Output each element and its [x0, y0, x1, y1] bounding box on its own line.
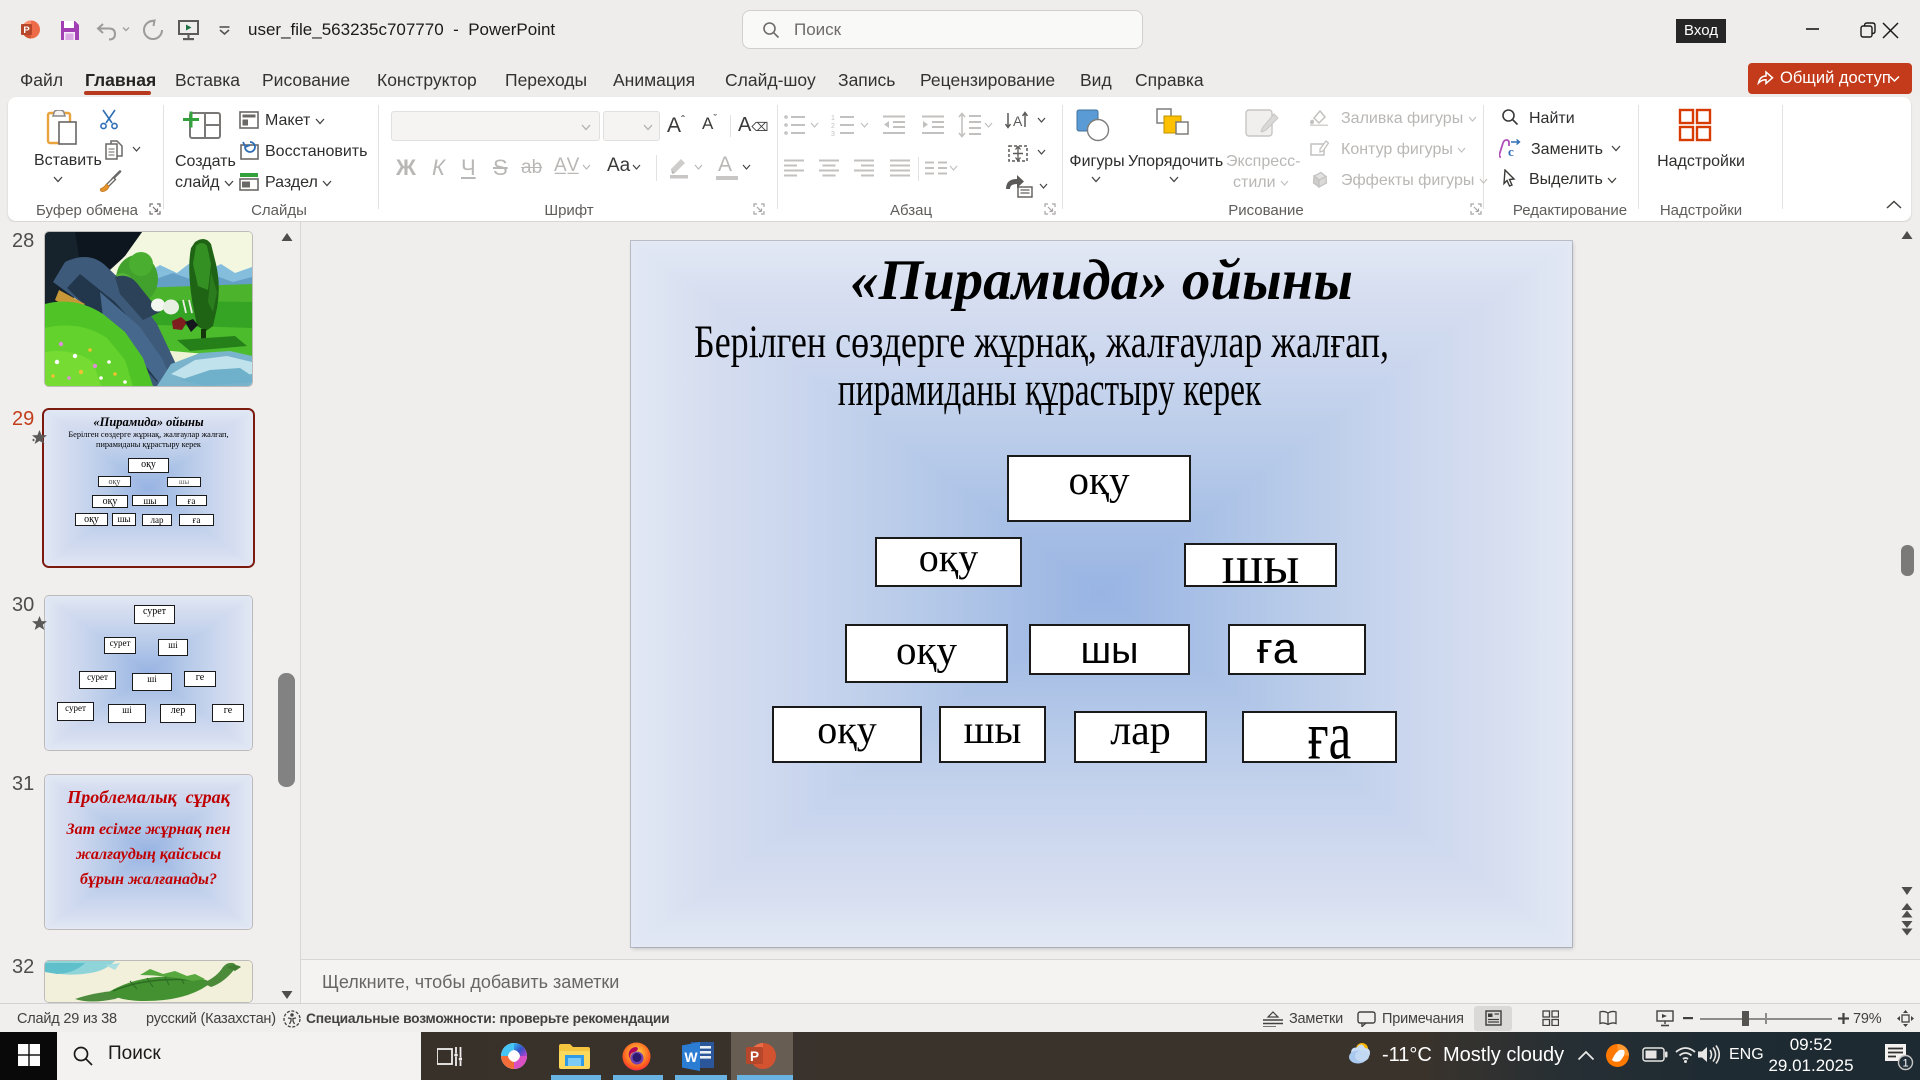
svg-text:2: 2	[831, 123, 835, 130]
svg-text:A: A	[1013, 113, 1023, 129]
svg-text:W: W	[684, 1049, 698, 1065]
svg-text:c: c	[1508, 144, 1514, 159]
svg-text:P: P	[23, 25, 30, 36]
svg-text:1: 1	[831, 115, 835, 122]
svg-text:P: P	[750, 1049, 759, 1064]
svg-text:3: 3	[831, 131, 835, 136]
svg-text:1: 1	[1902, 1058, 1908, 1070]
